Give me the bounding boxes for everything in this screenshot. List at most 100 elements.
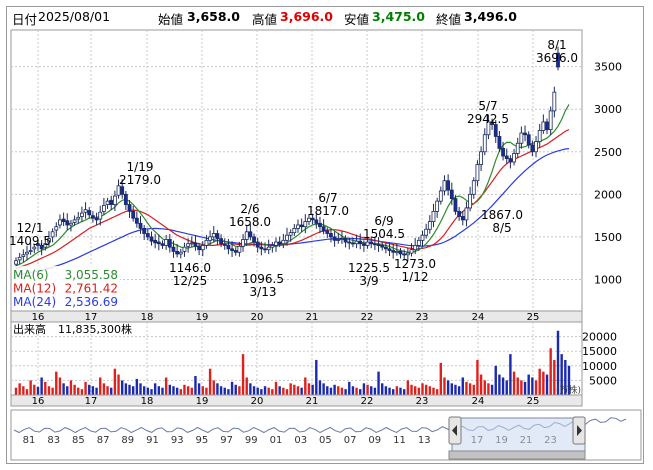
navigator-window[interactable]: [451, 417, 586, 453]
volume-bar: [153, 383, 157, 395]
volume-bar: [62, 383, 65, 395]
volume-title: 出来高: [13, 322, 46, 336]
volume-bar: [505, 380, 508, 395]
candle-up: [241, 239, 245, 247]
candle-up: [307, 217, 311, 222]
volume-bar: [362, 383, 366, 395]
candle-up: [365, 241, 370, 246]
volume-bar: [476, 359, 479, 395]
volume-bar: [542, 371, 545, 395]
candle-down: [402, 253, 407, 256]
candle-up: [83, 209, 88, 213]
volume-bar: [142, 386, 146, 395]
candle-down: [380, 245, 385, 248]
candle-up: [266, 246, 271, 251]
candle-up: [340, 238, 344, 241]
volume-bar: [406, 380, 410, 395]
x-tick-label: 21: [306, 396, 319, 407]
annotation-value: 1867.0: [481, 208, 523, 222]
volume-bar: [18, 383, 21, 395]
navigator-year-label: 11: [393, 435, 406, 446]
volume-bar: [234, 384, 237, 395]
candle-up: [515, 142, 520, 154]
annotation-value: 1504.5: [363, 227, 405, 241]
volume-bar: [465, 381, 468, 395]
candle-up: [537, 130, 542, 142]
candle-up: [178, 251, 183, 255]
candle-down: [109, 199, 114, 205]
candle-up: [14, 260, 18, 265]
volume-bar: [58, 377, 62, 395]
candle-down: [230, 248, 234, 251]
volume-bar: [311, 384, 314, 395]
volume-bar: [457, 386, 461, 395]
candle-down: [171, 246, 176, 252]
candle-down: [497, 136, 502, 149]
volume-bar: [146, 387, 150, 395]
volume-bar: [450, 383, 453, 395]
candle-up: [54, 226, 59, 231]
ma-legend-label: MA(24): [13, 295, 56, 309]
candle-down: [61, 218, 66, 222]
candle-up: [285, 234, 289, 241]
candle-up: [519, 132, 524, 144]
volume-bar: [51, 387, 54, 395]
candle-down: [508, 158, 513, 163]
volume-bar: [194, 376, 197, 395]
candle-down: [351, 242, 355, 245]
volume-bar: [527, 374, 530, 395]
volume-bar: [531, 377, 534, 395]
volume-bar: [454, 384, 457, 395]
candle-up: [512, 153, 516, 163]
candle-up: [105, 200, 110, 205]
x-tick-label: 24: [472, 396, 485, 407]
volume-bar: [256, 387, 259, 395]
candle-down: [310, 217, 315, 221]
volume-bar: [25, 389, 29, 395]
volume-bar: [399, 387, 402, 395]
volume-bar: [212, 380, 215, 395]
candle-up: [80, 212, 84, 217]
annotation-value: 1146.0: [169, 261, 211, 275]
volume-bar: [47, 386, 51, 395]
volume-bar: [113, 368, 117, 395]
volume-bar: [395, 386, 399, 395]
candle-down: [493, 124, 498, 137]
volume-bar: [494, 365, 497, 395]
candle-up: [281, 239, 286, 245]
candle-up: [186, 243, 191, 247]
x-tick-label: 18: [141, 396, 154, 407]
volume-bar: [315, 359, 318, 395]
volume-bar: [534, 380, 538, 395]
candle-down: [175, 250, 180, 255]
candle-up: [405, 252, 410, 256]
navigator-scrollbar[interactable]: [448, 450, 586, 460]
volume-bar: [289, 383, 292, 395]
candle-up: [292, 228, 297, 234]
navigator-year-label: 91: [146, 435, 159, 446]
navigator-left-handle[interactable]: [448, 416, 462, 445]
candle-up: [409, 249, 414, 254]
candle-down: [453, 198, 458, 212]
volume-bar: [443, 377, 446, 395]
volume-bar: [172, 386, 175, 395]
volume-bar: [446, 380, 450, 395]
volume-bar: [128, 384, 131, 395]
navigator-year-label: 81: [23, 435, 36, 446]
volume-bar: [29, 380, 32, 395]
candle-up: [50, 231, 55, 238]
candle-down: [314, 219, 319, 224]
volume-bar: [36, 386, 40, 395]
x-tick-label: 17: [85, 396, 98, 407]
candle-down: [457, 210, 462, 217]
volume-y-tick-label: 15000: [582, 345, 617, 358]
volume-bar: [421, 383, 424, 395]
navigator-year-label: 85: [72, 435, 85, 446]
x-tick-label: 24: [472, 312, 485, 323]
candle-down: [65, 220, 70, 226]
x-tick-label: 25: [527, 312, 540, 323]
volume-bar: [359, 389, 362, 395]
volume-bar: [329, 387, 333, 395]
navigator-right-handle[interactable]: [572, 416, 586, 445]
candle-down: [504, 155, 509, 159]
